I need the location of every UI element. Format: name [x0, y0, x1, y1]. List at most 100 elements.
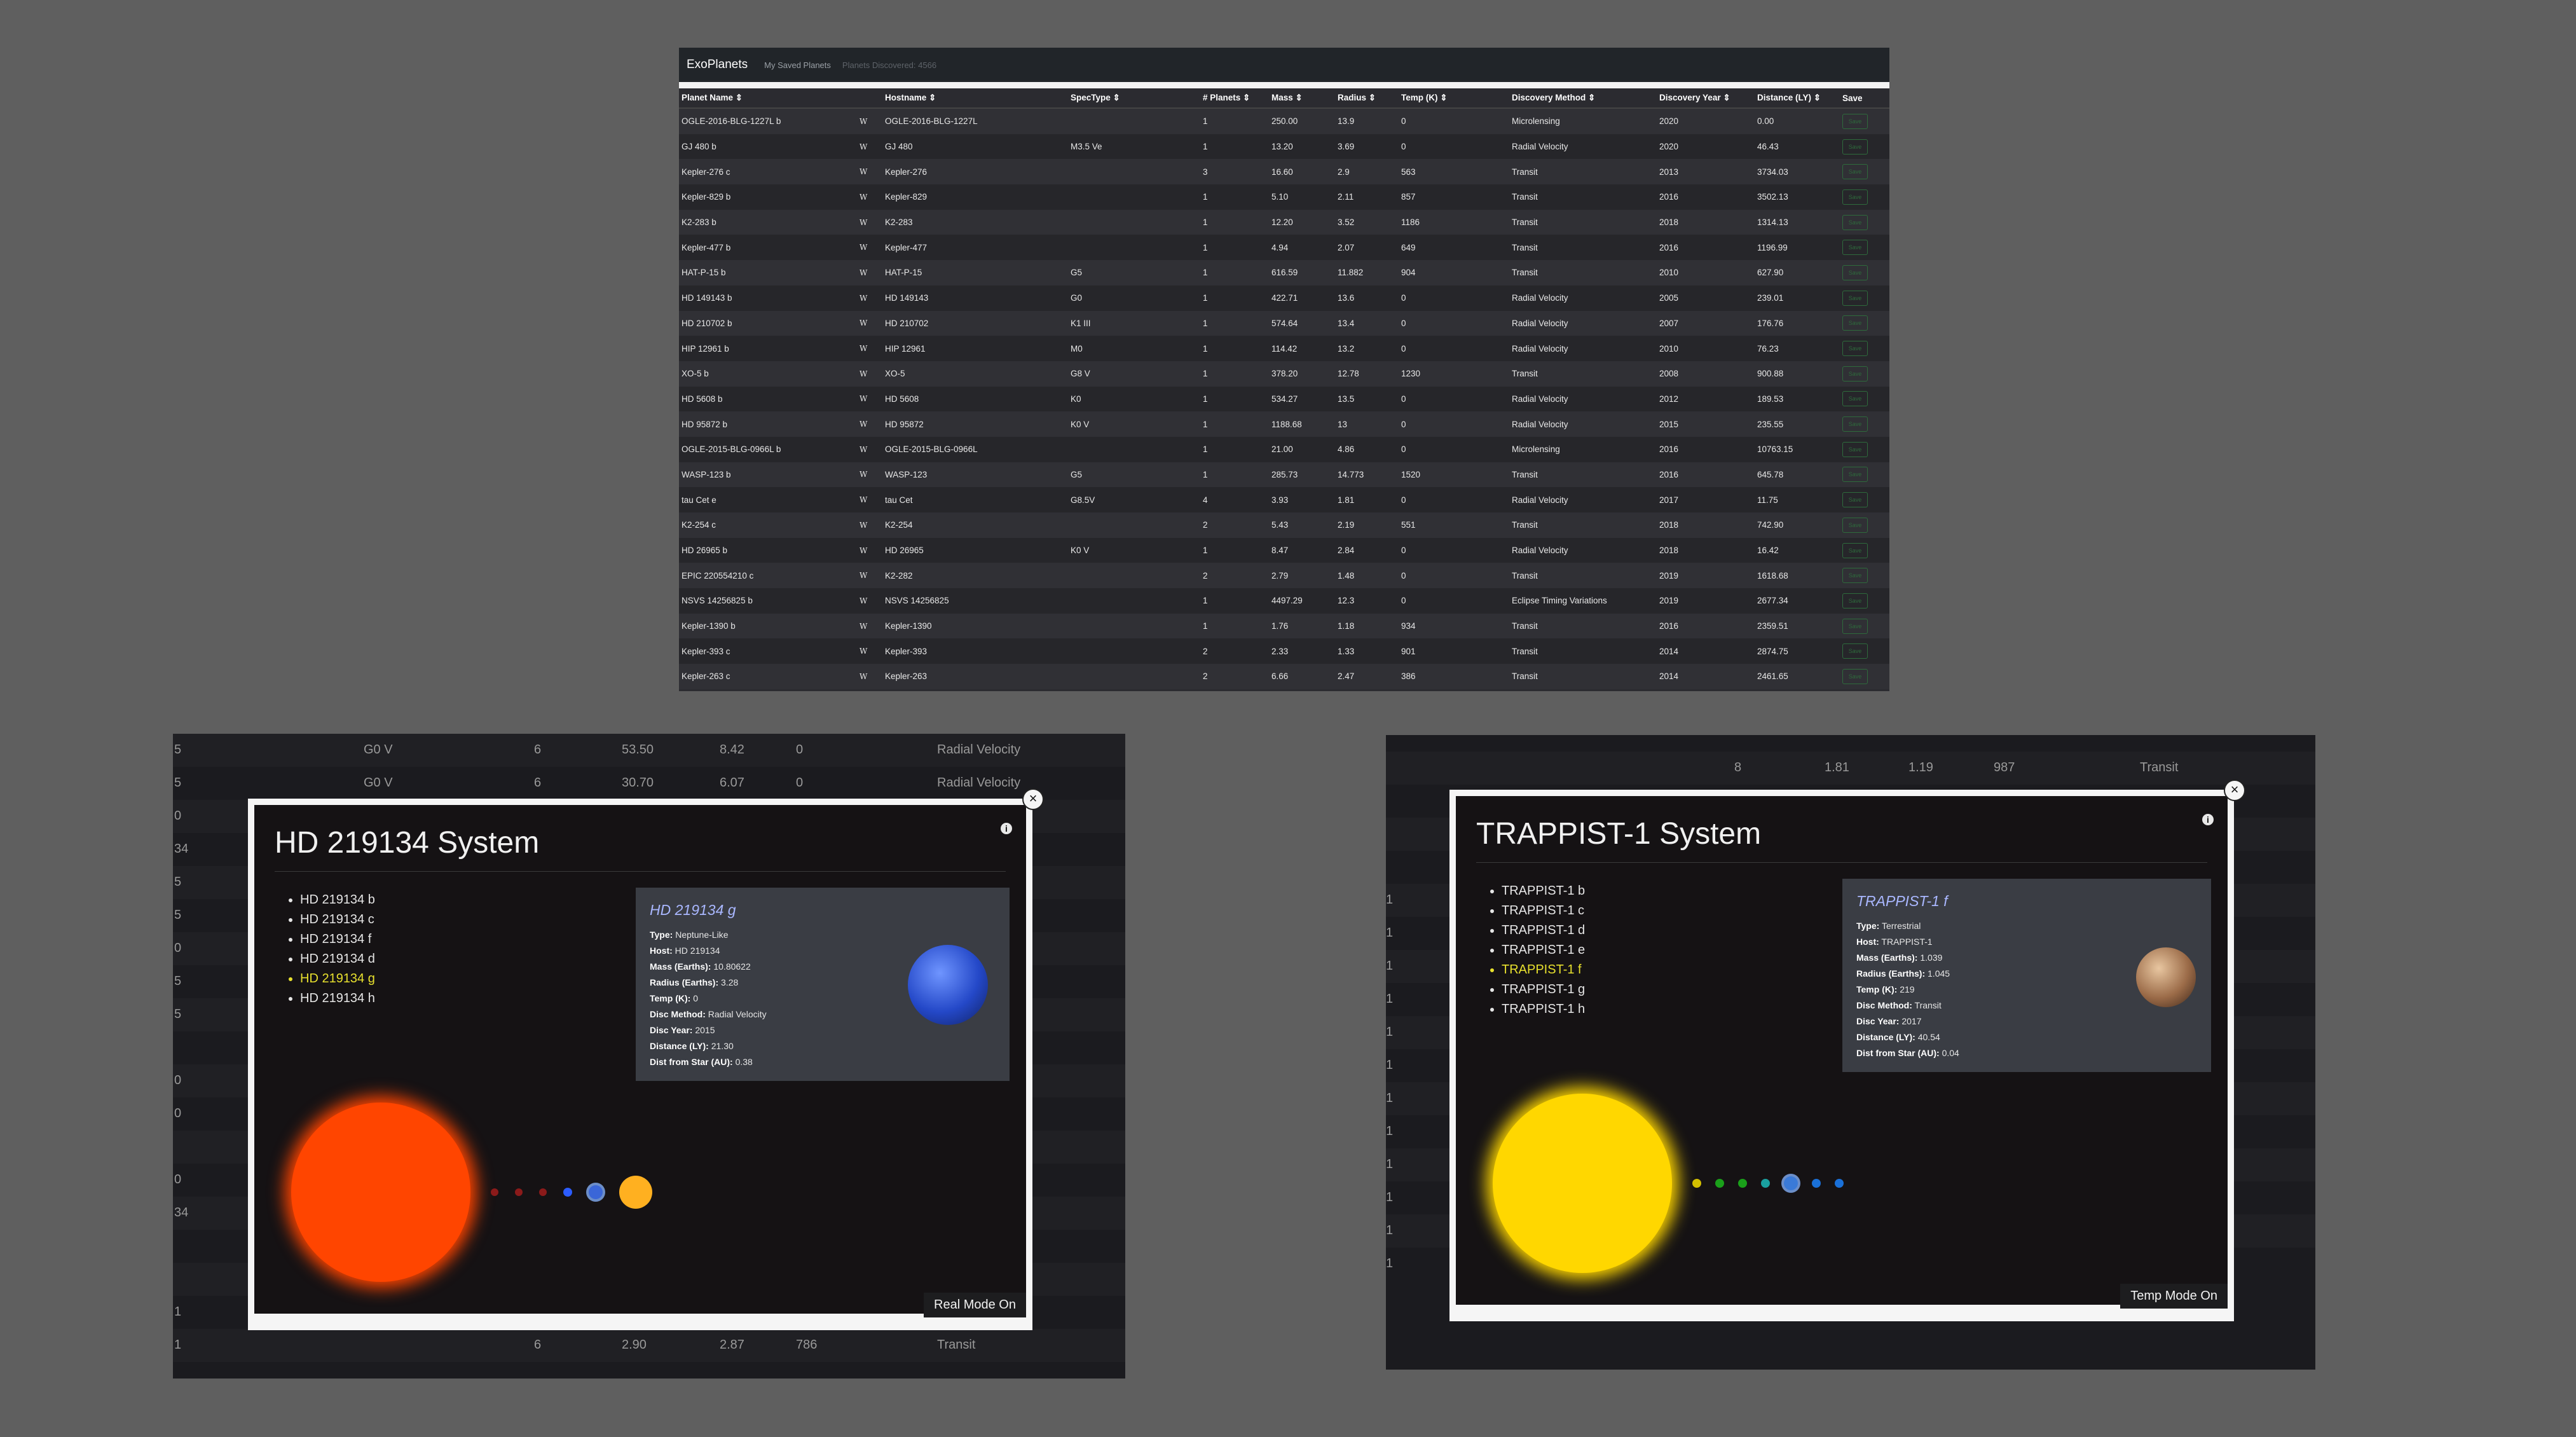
save-button[interactable]: Save — [1842, 139, 1868, 155]
orbit-planet[interactable] — [1812, 1179, 1821, 1188]
wikipedia-icon[interactable]: W — [857, 512, 882, 538]
close-icon[interactable]: × — [1022, 788, 1044, 810]
column-header[interactable]: Radius ⇕ — [1335, 88, 1399, 109]
wikipedia-icon[interactable]: W — [857, 285, 882, 311]
planet-list-item[interactable]: HD 219134 b — [300, 890, 375, 910]
save-button[interactable]: Save — [1842, 542, 1868, 558]
wikipedia-icon[interactable]: W — [857, 310, 882, 336]
save-button[interactable]: Save — [1842, 568, 1868, 584]
planet-name-cell[interactable]: HD 149143 b — [679, 285, 857, 311]
wikipedia-icon[interactable]: W — [857, 537, 882, 563]
save-button[interactable]: Save — [1842, 391, 1868, 407]
planet-name-cell[interactable]: EPIC 220554210 c — [679, 563, 857, 589]
save-button[interactable]: Save — [1842, 643, 1868, 659]
wikipedia-icon[interactable]: W — [857, 487, 882, 512]
planet-list-item[interactable]: TRAPPIST-1 b — [1502, 881, 1585, 901]
orbit-planet[interactable] — [1715, 1179, 1724, 1188]
planet-name-cell[interactable]: HD 26965 b — [679, 537, 857, 563]
save-button[interactable]: Save — [1842, 593, 1868, 608]
orbit-planet[interactable] — [1835, 1179, 1844, 1188]
wikipedia-icon[interactable]: W — [857, 462, 882, 488]
host-star[interactable] — [1493, 1094, 1672, 1273]
column-header[interactable]: Distance (LY) ⇕ — [1755, 88, 1840, 109]
save-button[interactable]: Save — [1842, 441, 1868, 457]
brand-logo[interactable]: ExoPlanets — [687, 58, 748, 72]
save-button[interactable]: Save — [1842, 290, 1868, 306]
planet-name-cell[interactable]: Kepler-1390 b — [679, 613, 857, 639]
save-button[interactable]: Save — [1842, 668, 1868, 684]
planet-name-cell[interactable]: HD 95872 b — [679, 411, 857, 437]
wikipedia-icon[interactable]: W — [857, 134, 882, 160]
wikipedia-icon[interactable]: W — [857, 260, 882, 285]
orbit-planet[interactable] — [539, 1188, 547, 1196]
wikipedia-icon[interactable]: W — [857, 613, 882, 639]
wikipedia-icon[interactable]: W — [857, 108, 882, 134]
column-header[interactable]: SpecType ⇕ — [1068, 88, 1200, 109]
planet-list-item[interactable]: HD 219134 h — [300, 989, 375, 1008]
planet-list-item[interactable]: TRAPPIST-1 c — [1502, 901, 1585, 921]
planet-list-item[interactable]: TRAPPIST-1 h — [1502, 1000, 1585, 1019]
planet-name-cell[interactable]: K2-254 c — [679, 512, 857, 538]
planet-name-cell[interactable]: HD 5608 b — [679, 386, 857, 412]
planet-name-cell[interactable]: Kepler-829 b — [679, 184, 857, 210]
wikipedia-icon[interactable]: W — [857, 336, 882, 361]
wikipedia-icon[interactable]: W — [857, 386, 882, 412]
planet-list-item[interactable]: HD 219134 f — [300, 930, 375, 949]
close-icon[interactable]: × — [2224, 780, 2245, 801]
orbit-planet[interactable] — [1784, 1176, 1798, 1190]
wikipedia-icon[interactable]: W — [857, 436, 882, 462]
save-button[interactable]: Save — [1842, 315, 1868, 331]
column-header[interactable]: # Planets ⇕ — [1200, 88, 1269, 109]
wikipedia-icon[interactable]: W — [857, 235, 882, 261]
planet-name-cell[interactable]: NSVS 14256825 b — [679, 588, 857, 614]
planet-list-item[interactable]: TRAPPIST-1 d — [1502, 921, 1585, 940]
planet-name-cell[interactable]: Kepler-393 c — [679, 638, 857, 664]
orbit-planet[interactable] — [1738, 1179, 1747, 1188]
save-button[interactable]: Save — [1842, 416, 1868, 432]
save-button[interactable]: Save — [1842, 240, 1868, 256]
info-icon[interactable]: i — [1001, 823, 1012, 834]
save-button[interactable]: Save — [1842, 189, 1868, 205]
wikipedia-icon[interactable]: W — [857, 361, 882, 387]
planet-name-cell[interactable]: Kepler-263 c — [679, 664, 857, 689]
planet-name-cell[interactable]: XO-5 b — [679, 361, 857, 387]
save-button[interactable]: Save — [1842, 113, 1868, 129]
info-icon[interactable]: i — [2202, 814, 2214, 825]
planet-name-cell[interactable]: HIP 12961 b — [679, 336, 857, 361]
planet-list-item[interactable]: TRAPPIST-1 f — [1502, 960, 1585, 980]
column-header[interactable]: Temp (K) ⇕ — [1399, 88, 1509, 109]
wikipedia-icon[interactable]: W — [857, 588, 882, 614]
planet-name-cell[interactable]: OGLE-2016-BLG-1227L b — [679, 108, 857, 134]
planet-name-cell[interactable]: GJ 480 b — [679, 134, 857, 160]
wikipedia-icon[interactable]: W — [857, 159, 882, 185]
planet-name-cell[interactable]: WASP-123 b — [679, 462, 857, 488]
wikipedia-icon[interactable]: W — [857, 563, 882, 589]
save-button[interactable]: Save — [1842, 214, 1868, 230]
wikipedia-icon[interactable]: W — [857, 209, 882, 235]
planet-name-cell[interactable]: tau Cet e — [679, 487, 857, 512]
planet-list-item[interactable]: TRAPPIST-1 e — [1502, 940, 1585, 960]
orbit-planet[interactable] — [589, 1185, 603, 1199]
save-button[interactable]: Save — [1842, 492, 1868, 508]
wikipedia-icon[interactable]: W — [857, 184, 882, 210]
column-header[interactable]: Discovery Method ⇕ — [1509, 88, 1657, 109]
mode-toggle-button[interactable]: Real Mode On — [924, 1293, 1026, 1317]
column-header[interactable]: Mass ⇕ — [1269, 88, 1335, 109]
host-star[interactable] — [291, 1103, 470, 1282]
my-saved-planets-link[interactable]: My Saved Planets — [764, 60, 831, 70]
planet-list-item[interactable]: HD 219134 c — [300, 910, 375, 930]
save-button[interactable]: Save — [1842, 467, 1868, 483]
planet-name-cell[interactable]: Kepler-276 c — [679, 159, 857, 185]
orbit-planet[interactable] — [563, 1188, 572, 1197]
save-button[interactable]: Save — [1842, 164, 1868, 180]
save-button[interactable]: Save — [1842, 341, 1868, 357]
wikipedia-icon[interactable]: W — [857, 638, 882, 664]
column-header[interactable]: Discovery Year ⇕ — [1657, 88, 1755, 109]
wikipedia-icon[interactable]: W — [857, 664, 882, 689]
save-button[interactable]: Save — [1842, 517, 1868, 533]
planet-list-item[interactable]: TRAPPIST-1 g — [1502, 980, 1585, 1000]
mode-toggle-button[interactable]: Temp Mode On — [2120, 1284, 2228, 1309]
column-header[interactable]: Planet Name ⇕ — [679, 88, 857, 109]
planet-name-cell[interactable]: HD 210702 b — [679, 310, 857, 336]
orbit-planet[interactable] — [1692, 1179, 1701, 1188]
